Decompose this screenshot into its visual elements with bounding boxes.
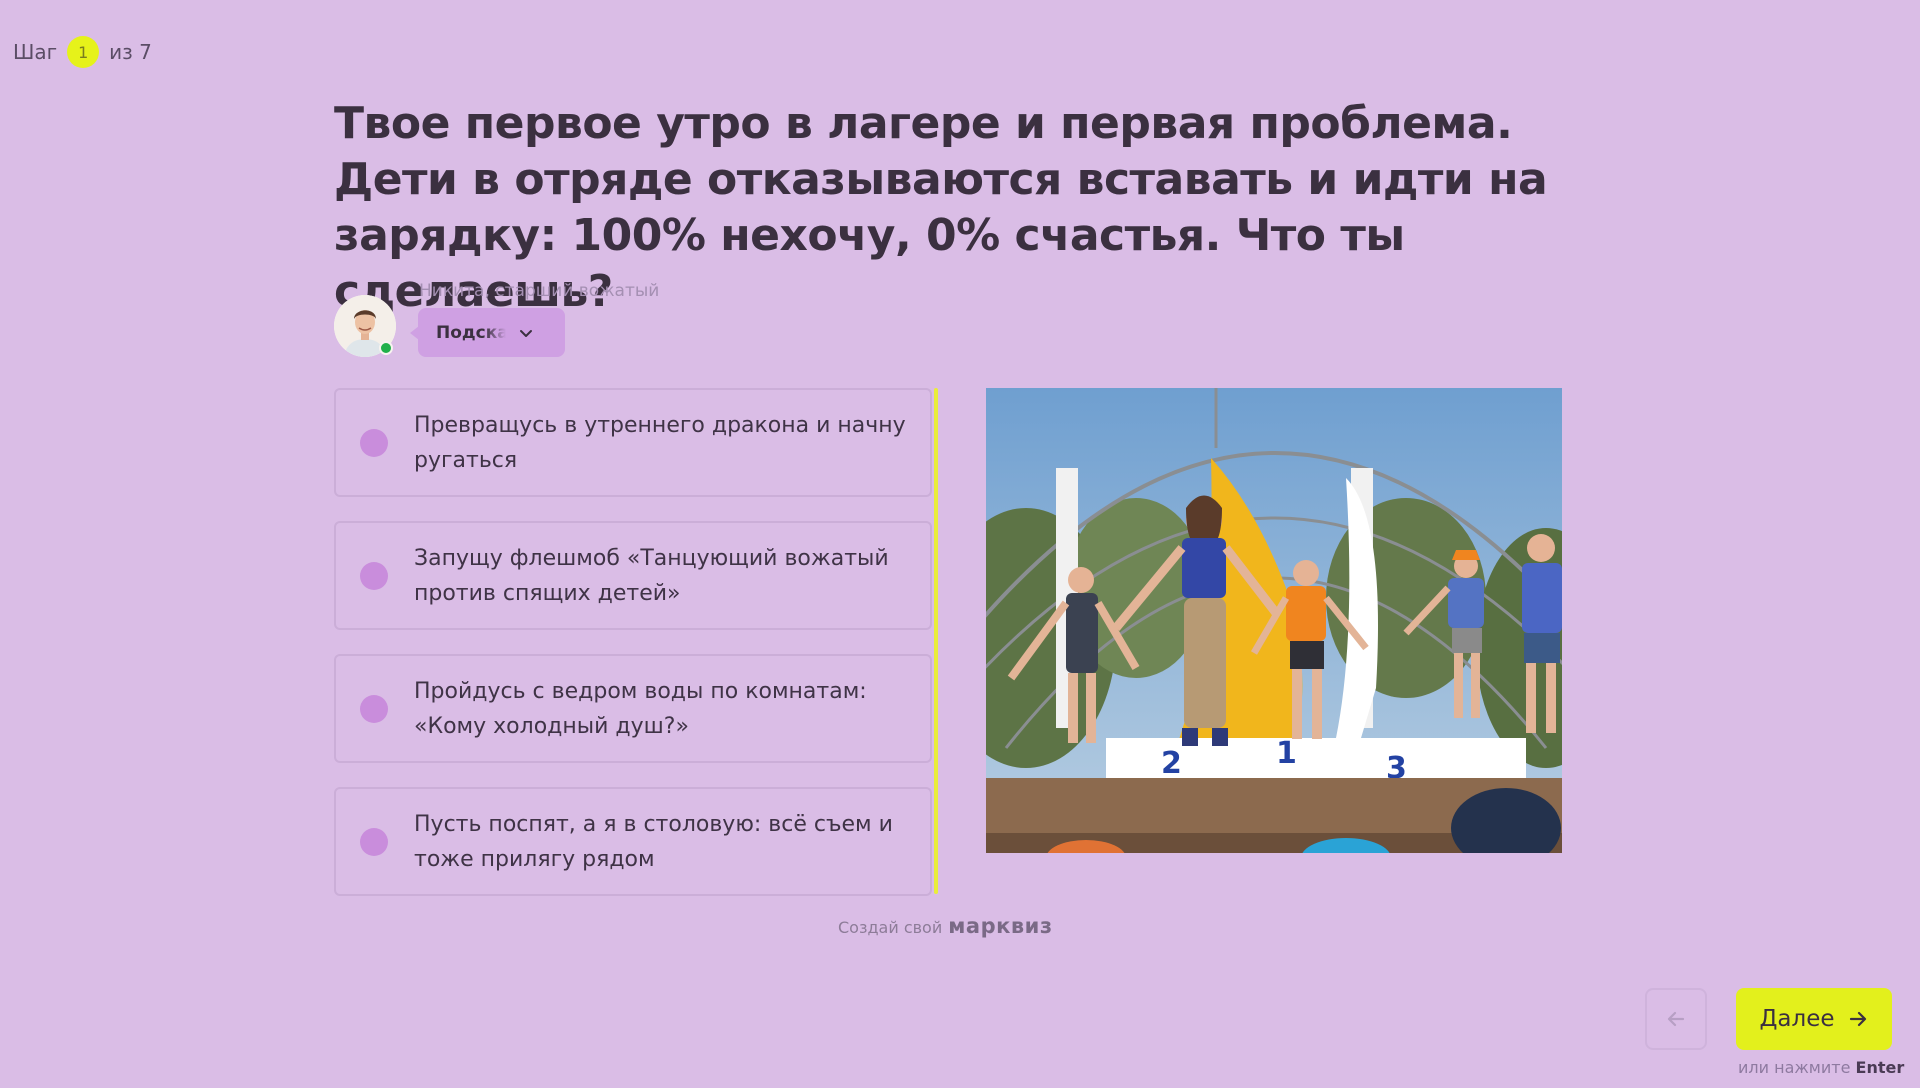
chevron-down-icon xyxy=(520,329,532,337)
svg-text:1: 1 xyxy=(1276,736,1297,771)
answer-option-text: Пусть поспят, а я в столовую: всё съем и… xyxy=(414,811,893,872)
enter-key-label: Enter xyxy=(1855,1058,1905,1077)
radio-icon[interactable] xyxy=(360,428,388,457)
step-total: из 7 xyxy=(109,40,152,64)
hint-author: Никита, старший вожатый xyxy=(419,281,660,301)
hint-button-label: Подсказка xyxy=(436,322,506,343)
answer-option[interactable]: Запущу флешмоб «Танцующий вожатый против… xyxy=(334,521,932,630)
answer-option-text: Пройдусь с ведром воды по комнатам: «Ком… xyxy=(414,678,867,739)
step-prefix: Шаг xyxy=(13,40,58,64)
online-status-dot xyxy=(379,341,393,355)
next-button[interactable]: Далее xyxy=(1736,988,1892,1050)
arrow-left-icon xyxy=(1667,1011,1685,1027)
answer-options: Превращусь в утреннего дракона и начну р… xyxy=(334,388,932,896)
radio-icon[interactable] xyxy=(360,694,388,723)
step-indicator: Шаг 1 из 7 xyxy=(13,36,152,68)
camp-dance-photo: 2 1 3 xyxy=(986,388,1562,853)
made-with-link[interactable]: Создай свой марквиз xyxy=(838,914,1053,938)
enter-hint-text: или нажмите xyxy=(1738,1058,1851,1077)
step-number-badge: 1 xyxy=(67,36,100,68)
question-photo: 2 1 3 xyxy=(986,388,1562,853)
made-with-text: Создай свой xyxy=(838,918,943,937)
brand-logo-text: марквиз xyxy=(948,914,1053,938)
answer-option-text: Запущу флешмоб «Танцующий вожатый против… xyxy=(414,545,889,606)
hint-dropdown-button[interactable]: Подсказка xyxy=(410,308,565,357)
answer-option[interactable]: Пройдусь с ведром воды по комнатам: «Ком… xyxy=(334,654,932,763)
svg-text:2: 2 xyxy=(1161,746,1182,781)
arrow-right-icon xyxy=(1849,1011,1866,1027)
answer-option[interactable]: Превращусь в утреннего дракона и начну р… xyxy=(334,388,932,497)
answer-option[interactable]: Пусть поспят, а я в столовую: всё съем и… xyxy=(334,787,932,896)
radio-icon[interactable] xyxy=(360,827,388,856)
enter-key-hint: или нажмите Enter xyxy=(1738,1058,1904,1077)
back-button[interactable] xyxy=(1645,988,1707,1050)
next-button-label: Далее xyxy=(1759,1006,1835,1032)
answer-option-text: Превращусь в утреннего дракона и начну р… xyxy=(414,412,906,473)
scrollbar[interactable] xyxy=(934,388,938,894)
radio-icon[interactable] xyxy=(360,561,388,590)
